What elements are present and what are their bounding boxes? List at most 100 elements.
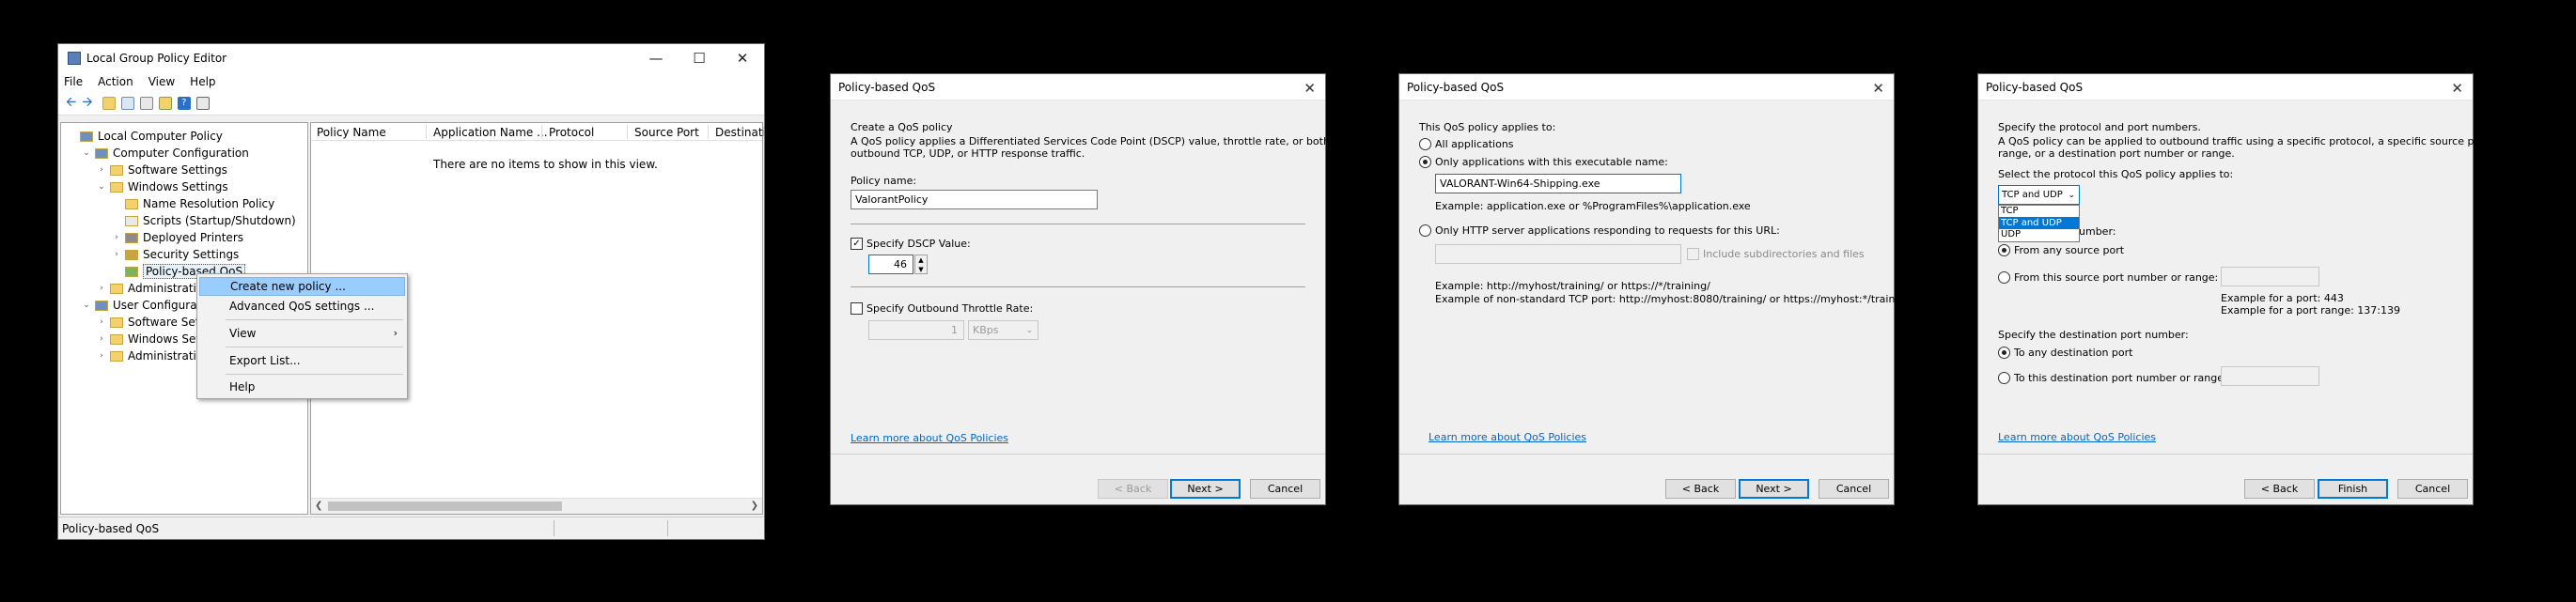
menu-view[interactable]: View: [199, 324, 405, 343]
details-view-icon[interactable]: [195, 96, 210, 110]
destination-port-input[interactable]: [2221, 366, 2319, 386]
dscp-value-input[interactable]: 46: [868, 255, 913, 274]
back-button[interactable]: < Back: [1098, 479, 1168, 499]
help-icon[interactable]: ?: [177, 96, 191, 110]
collapse-arrow-icon[interactable]: ›: [97, 284, 106, 293]
learn-more-link[interactable]: Learn more about QoS Policies: [1429, 431, 1586, 443]
include-subdirectories-checkbox[interactable]: [1687, 248, 1699, 260]
gpe-app-icon: [68, 52, 81, 65]
cancel-button[interactable]: Cancel: [1250, 479, 1320, 499]
dscp-spinner[interactable]: ▲ ▼: [914, 255, 928, 274]
tree-item[interactable]: ⌄ Windows Settings: [97, 178, 227, 195]
collapse-arrow-icon[interactable]: ›: [112, 233, 121, 242]
scroll-thumb[interactable]: [328, 502, 562, 511]
scroll-left-icon[interactable]: ❮: [315, 501, 322, 511]
close-icon[interactable]: ✕: [2451, 80, 2463, 97]
any-destination-port-radio[interactable]: [1998, 347, 2010, 359]
tree-item[interactable]: › Deployed Printers: [112, 229, 243, 246]
http-url-radio[interactable]: [1419, 224, 1431, 237]
expand-arrow-icon[interactable]: ⌄: [82, 148, 91, 158]
tree-item[interactable]: Name Resolution Policy: [112, 195, 274, 212]
menu-help[interactable]: Help: [190, 75, 215, 88]
collapse-arrow-icon[interactable]: ›: [97, 334, 106, 344]
tree-item[interactable]: Local Computer Policy: [67, 128, 223, 145]
learn-more-link[interactable]: Learn more about QoS Policies: [851, 432, 1008, 444]
tree-item-label: Software Settings: [128, 163, 227, 177]
computer-icon: [80, 131, 93, 142]
collapse-arrow-icon[interactable]: ›: [112, 250, 121, 259]
close-icon[interactable]: ✕: [1304, 80, 1316, 97]
http-url-input[interactable]: [1435, 244, 1681, 264]
column-source-port[interactable]: Source Port: [634, 126, 699, 139]
maximize-icon[interactable]: ☐: [678, 44, 721, 72]
column-destination[interactable]: Destinati: [715, 126, 764, 139]
properties-icon[interactable]: [139, 96, 153, 110]
minimize-icon[interactable]: —: [634, 44, 678, 72]
throttle-value-input[interactable]: 1: [868, 320, 964, 340]
executable-name-radio[interactable]: [1419, 156, 1431, 168]
collapse-arrow-icon[interactable]: ›: [97, 317, 106, 327]
show-hide-tree-icon[interactable]: [120, 96, 134, 110]
tree-item[interactable]: Scripts (Startup/Shutdown): [112, 212, 296, 229]
collapse-arrow-icon[interactable]: ›: [97, 351, 106, 361]
tree-item[interactable]: › Security Settings: [112, 246, 239, 263]
column-policy-name[interactable]: Policy Name: [317, 126, 386, 139]
tree-item[interactable]: › Software Settings: [97, 162, 227, 178]
horizontal-scrollbar[interactable]: ❮ ❯: [311, 498, 762, 514]
export-list-icon[interactable]: [158, 96, 172, 110]
source-port-range-radio[interactable]: [1998, 271, 2010, 284]
tree-item[interactable]: › Administrative: [97, 347, 210, 364]
footer-separator: [1978, 454, 2473, 455]
status-text: Policy-based QoS: [62, 522, 160, 535]
any-source-port-radio[interactable]: [1998, 244, 2010, 256]
menu-create-new-policy[interactable]: Create new policy ...: [199, 277, 405, 296]
collapse-arrow-icon[interactable]: ›: [97, 165, 106, 175]
policy-name-input[interactable]: ValorantPolicy: [851, 190, 1098, 209]
all-applications-radio[interactable]: [1419, 138, 1431, 150]
window-title: Local Group Policy Editor: [86, 52, 227, 65]
back-button[interactable]: < Back: [2244, 479, 2315, 499]
scroll-right-icon[interactable]: ❯: [751, 501, 758, 511]
column-protocol[interactable]: Protocol: [549, 126, 594, 139]
menu-export-list[interactable]: Export List...: [199, 351, 405, 370]
learn-more-link[interactable]: Learn more about QoS Policies: [1998, 431, 2156, 443]
close-icon[interactable]: ✕: [1872, 80, 1884, 97]
forward-arrow-icon[interactable]: 🡪: [82, 92, 92, 115]
menu-help[interactable]: Help: [199, 378, 405, 396]
throttle-checkbox[interactable]: [851, 302, 863, 315]
column-application-name[interactable]: Application Name ...: [433, 126, 548, 139]
finish-button[interactable]: Finish: [2318, 479, 2388, 499]
throttle-unit-select[interactable]: KBps ⌄: [968, 320, 1038, 340]
cancel-button[interactable]: Cancel: [2397, 479, 2468, 499]
menu-export-list-label: Export List...: [229, 354, 301, 367]
destination-port-range-radio[interactable]: [1998, 372, 2010, 384]
next-button[interactable]: Next >: [1739, 479, 1809, 499]
spin-down-icon[interactable]: ▼: [915, 265, 927, 274]
protocol-select[interactable]: TCP and UDP ⌄: [1998, 185, 2080, 205]
back-button[interactable]: < Back: [1665, 479, 1736, 499]
option-udp[interactable]: UDP: [1999, 229, 2079, 240]
port-range-example: Example for a port range: 137:139: [2221, 304, 2401, 316]
tree-item[interactable]: › Administrative: [97, 280, 210, 297]
close-icon[interactable]: ✕: [721, 44, 764, 72]
cancel-button[interactable]: Cancel: [1819, 479, 1889, 499]
dscp-checkbox[interactable]: ✓: [851, 238, 863, 250]
source-port-input[interactable]: [2221, 267, 2319, 286]
option-tcp[interactable]: TCP: [1999, 206, 2079, 217]
computer-icon: [95, 147, 108, 159]
spin-up-icon[interactable]: ▲: [915, 255, 927, 265]
back-arrow-icon[interactable]: 🡨: [66, 92, 76, 115]
next-button[interactable]: Next >: [1170, 479, 1241, 499]
folder-icon: [110, 350, 123, 362]
menu-action[interactable]: Action: [98, 75, 133, 88]
menu-view[interactable]: View: [148, 75, 175, 88]
menu-view-label: View: [229, 327, 257, 340]
expand-arrow-icon[interactable]: ⌄: [82, 301, 91, 310]
expand-arrow-icon[interactable]: ⌄: [97, 182, 106, 192]
menu-advanced-qos-settings[interactable]: Advanced QoS settings ...: [199, 297, 405, 316]
option-tcp-and-udp[interactable]: TCP and UDP: [1999, 217, 2079, 229]
executable-name-input[interactable]: VALORANT-Win64-Shipping.exe: [1435, 174, 1681, 193]
menu-file[interactable]: File: [64, 75, 83, 88]
up-folder-icon[interactable]: [101, 96, 116, 110]
tree-item[interactable]: ⌄ Computer Configuration: [82, 145, 249, 162]
